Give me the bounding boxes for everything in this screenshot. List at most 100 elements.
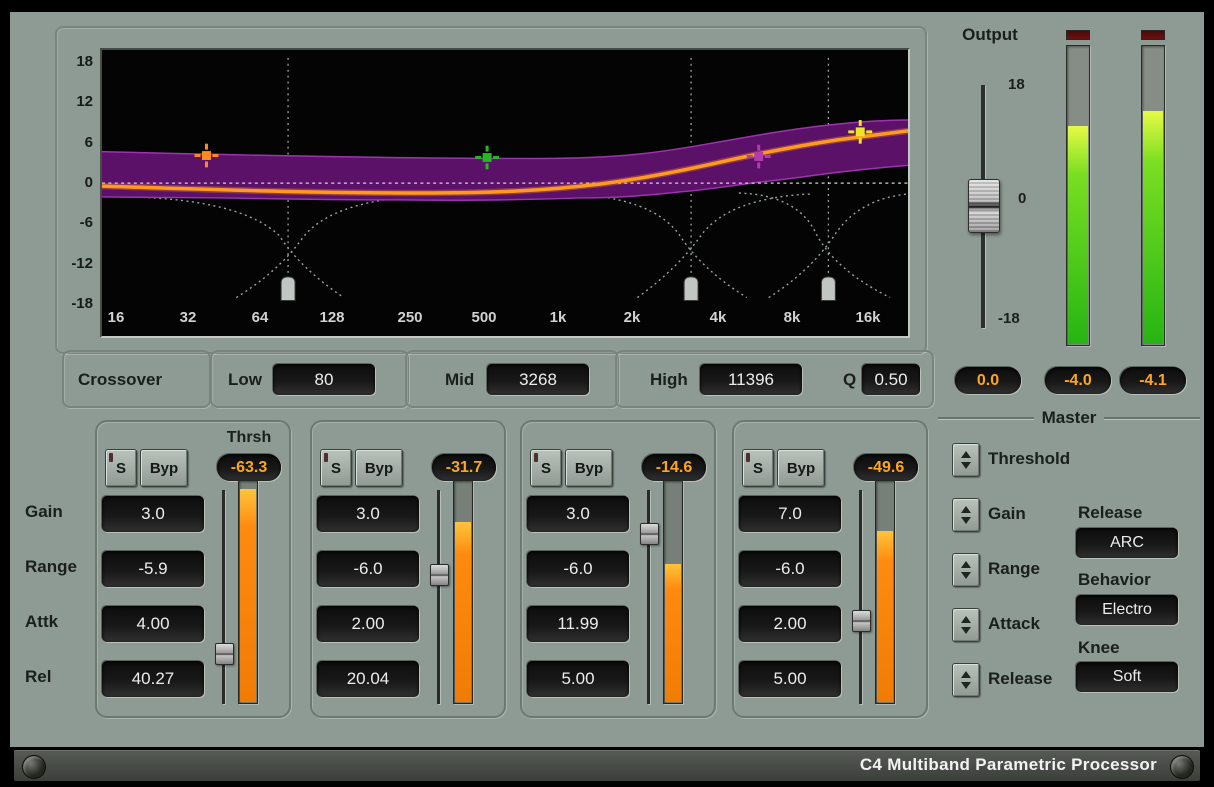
band1-meter <box>238 480 258 704</box>
y-tick: 6 <box>55 134 93 151</box>
bypass-button-label: Byp <box>787 460 815 477</box>
solo-button-label: S <box>331 460 341 477</box>
thresh-label: Thrsh <box>215 429 283 447</box>
bottom-bar: C4 Multiband Parametric Processor <box>0 747 1214 787</box>
behavior-label: Behavior <box>1078 570 1151 590</box>
band2-attack-display[interactable]: 2.00 <box>317 606 419 642</box>
band3-range-display[interactable]: -6.0 <box>527 551 629 587</box>
band4-attack-display[interactable]: 2.00 <box>739 606 841 642</box>
release-mode-button[interactable]: ARC <box>1076 528 1178 558</box>
band2-range-display[interactable]: -6.0 <box>317 551 419 587</box>
band3-attack-display[interactable]: 11.99 <box>527 606 629 642</box>
band1-release-display[interactable]: 40.27 <box>102 661 204 697</box>
band1-solo-button[interactable]: S <box>105 449 137 487</box>
clip-led-right[interactable] <box>1141 30 1165 40</box>
x-tick: 16k <box>855 309 880 326</box>
master-range-label: Range <box>988 559 1040 579</box>
wavesystem-icon-left[interactable] <box>22 755 46 779</box>
master-range-spinner[interactable] <box>952 553 980 587</box>
crossover-label: Crossover <box>78 370 162 390</box>
x-tick: 32 <box>180 309 197 326</box>
knee-button[interactable]: Soft <box>1076 662 1178 692</box>
output-peak-right-readout[interactable]: -4.1 <box>1120 367 1186 394</box>
legend-line <box>1104 417 1200 419</box>
knee-label: Knee <box>1078 638 1120 658</box>
band2-release-display[interactable]: 20.04 <box>317 661 419 697</box>
master-release-spinner[interactable] <box>952 663 980 697</box>
x-tick: 1k <box>550 309 567 326</box>
output-peak-left-readout[interactable]: -4.0 <box>1045 367 1111 394</box>
clip-led-left[interactable] <box>1066 30 1090 40</box>
band4-threshold-display[interactable]: -49.6 <box>854 454 918 481</box>
band2-panel: S Byp -31.7 3.0 -6.0 2.00 20.04 <box>310 420 506 718</box>
band3-meter-fill <box>665 564 681 702</box>
x-tick: 250 <box>397 309 422 326</box>
q-display[interactable]: 0.50 <box>862 364 920 395</box>
output-meter-left <box>1066 45 1090 346</box>
band2-threshold-display[interactable]: -31.7 <box>432 454 496 481</box>
x-tick: 16 <box>108 309 125 326</box>
crossover-high-display[interactable]: 11396 <box>700 364 802 395</box>
band1-slider-thumb[interactable] <box>215 643 234 665</box>
band3-panel: S Byp -14.6 3.0 -6.0 11.99 5.00 <box>520 420 716 718</box>
y-tick: 12 <box>55 93 93 110</box>
crossover-mid-label: Mid <box>445 370 474 390</box>
band3-release-display[interactable]: 5.00 <box>527 661 629 697</box>
crossover-low-display[interactable]: 80 <box>273 364 375 395</box>
y-tick: -6 <box>55 214 93 231</box>
crossover-mid-display[interactable]: 3268 <box>487 364 589 395</box>
band1-gain-display[interactable]: 3.0 <box>102 496 204 532</box>
q-label: Q <box>843 370 856 390</box>
band1-meter-fill <box>240 489 256 702</box>
band4-meter-fill <box>877 531 893 702</box>
crossover-low-handle[interactable] <box>281 277 295 301</box>
wavesystem-icon-right[interactable] <box>1170 755 1194 779</box>
arrow-up-icon <box>961 616 971 623</box>
band1-threshold-slider[interactable] <box>214 488 234 706</box>
release-mode-label: Release <box>1078 503 1142 523</box>
band2-solo-button[interactable]: S <box>320 449 352 487</box>
band3-meter <box>663 480 683 704</box>
band2-threshold-slider[interactable] <box>429 488 449 706</box>
band4-release-display[interactable]: 5.00 <box>739 661 841 697</box>
arrow-up-icon <box>961 671 971 678</box>
master-threshold-label: Threshold <box>988 449 1070 469</box>
crossover-low-label: Low <box>228 370 262 390</box>
band1-threshold-display[interactable]: -63.3 <box>217 454 281 481</box>
band3-threshold-display[interactable]: -14.6 <box>642 454 706 481</box>
x-tick: 8k <box>784 309 801 326</box>
band2-bypass-button[interactable]: Byp <box>355 449 403 487</box>
band4-range-display[interactable]: -6.0 <box>739 551 841 587</box>
band3-slider-thumb[interactable] <box>640 523 659 545</box>
band4-threshold-slider[interactable] <box>851 488 871 706</box>
master-gain-label: Gain <box>988 504 1026 524</box>
master-gain-spinner[interactable] <box>952 498 980 532</box>
band4-gain-display[interactable]: 7.0 <box>739 496 841 532</box>
master-attack-label: Attack <box>988 614 1040 634</box>
solo-button-label: S <box>541 460 551 477</box>
crossover-high-handle[interactable] <box>821 277 835 301</box>
band3-bypass-button[interactable]: Byp <box>565 449 613 487</box>
y-tick: -12 <box>55 255 93 272</box>
master-attack-spinner[interactable] <box>952 608 980 642</box>
band4-slider-thumb[interactable] <box>852 610 871 632</box>
output-fader-thumb[interactable] <box>968 179 1000 233</box>
arrow-up-icon <box>961 451 971 458</box>
band2-slider-thumb[interactable] <box>430 564 449 586</box>
band1-range-display[interactable]: -5.9 <box>102 551 204 587</box>
band2-gain-display[interactable]: 3.0 <box>317 496 419 532</box>
master-threshold-spinner[interactable] <box>952 443 980 477</box>
y-tick: 0 <box>55 174 93 191</box>
band4-bypass-button[interactable]: Byp <box>777 449 825 487</box>
crossover-mid-handle[interactable] <box>684 277 698 301</box>
behavior-button[interactable]: Electro <box>1076 595 1178 625</box>
band2-meter <box>453 480 473 704</box>
output-fader[interactable] <box>968 85 998 328</box>
band3-solo-button[interactable]: S <box>530 449 562 487</box>
band4-solo-button[interactable]: S <box>742 449 774 487</box>
band3-gain-display[interactable]: 3.0 <box>527 496 629 532</box>
band1-bypass-button[interactable]: Byp <box>140 449 188 487</box>
band1-attack-display[interactable]: 4.00 <box>102 606 204 642</box>
output-gain-readout[interactable]: 0.0 <box>955 367 1021 394</box>
band3-threshold-slider[interactable] <box>639 488 659 706</box>
